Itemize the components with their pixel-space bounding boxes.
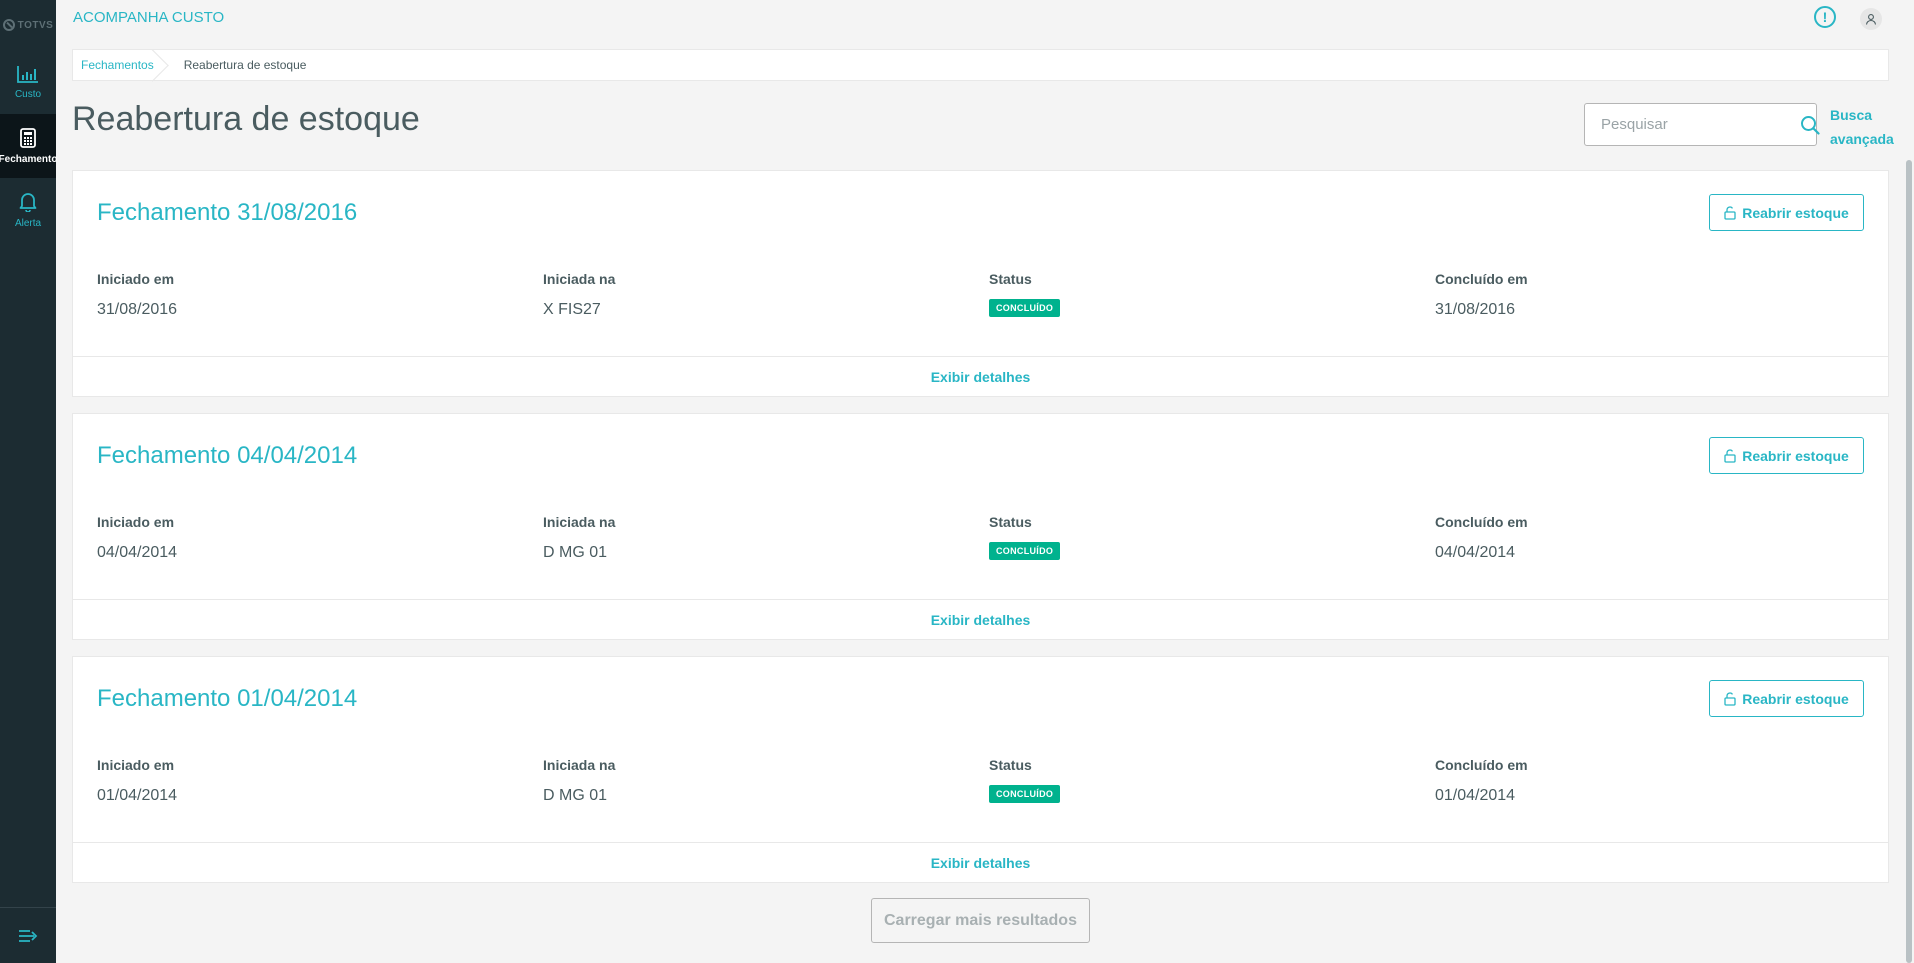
status-badge: CONCLUÍDO <box>989 785 1061 803</box>
field-value: D MG 01 <box>543 544 608 561</box>
menu-toggle-button[interactable] <box>0 907 56 963</box>
closing-card: Fechamento 04/04/2014 Reabrir estoque In… <box>72 413 1889 640</box>
field-value: 04/04/2014 <box>1435 544 1516 561</box>
field-label: Iniciada na <box>543 757 616 773</box>
field-label: Iniciada na <box>543 514 616 530</box>
bell-icon <box>19 192 37 212</box>
status-badge: CONCLUÍDO <box>989 299 1061 317</box>
field-value: 04/04/2014 <box>97 544 178 561</box>
reopen-stock-button[interactable]: Reabrir estoque <box>1709 437 1864 474</box>
field-value: 31/08/2016 <box>1435 301 1516 318</box>
field-label: Concluído em <box>1435 271 1528 287</box>
sidebar: TOTVS Custo Fechamento Alerta <box>0 0 58 963</box>
sidebar-item-label: Custo <box>14 88 42 100</box>
field-started-at: Iniciada na D MG 01 <box>543 514 615 562</box>
field-label: Iniciado em <box>97 514 175 530</box>
field-started-on: Iniciado em 01/04/2014 <box>97 757 177 805</box>
closing-title: Fechamento 01/04/2014 <box>97 685 358 712</box>
totvs-logo: TOTVS <box>0 0 56 50</box>
field-label: Iniciado em <box>97 271 175 287</box>
load-more-button[interactable]: Carregar mais resultados <box>871 898 1090 943</box>
reopen-stock-label: Reabrir estoque <box>1742 204 1849 221</box>
app-title: ACOMPANHA CUSTO <box>73 9 225 26</box>
unlock-icon <box>1724 205 1736 220</box>
person-icon <box>1865 14 1877 25</box>
sidebar-item-fechamento[interactable]: Fechamento <box>0 114 58 178</box>
field-label: Status <box>989 514 1032 530</box>
breadcrumb: Fechamentos Reabertura de estoque <box>72 49 1889 81</box>
sidebar-item-label: Alerta <box>14 217 42 229</box>
field-label: Concluído em <box>1435 757 1528 773</box>
field-completed-on: Concluído em 31/08/2016 <box>1435 271 1528 319</box>
field-started-on: Iniciado em 04/04/2014 <box>97 514 177 562</box>
field-label: Iniciado em <box>97 757 175 773</box>
sidebar-item-custo[interactable]: Custo <box>0 50 56 114</box>
closing-title: Fechamento 31/08/2016 <box>97 199 358 226</box>
field-value: 01/04/2014 <box>97 787 178 804</box>
info-icon[interactable]: ! <box>1814 6 1836 28</box>
field-label: Status <box>989 271 1032 287</box>
reopen-stock-label: Reabrir estoque <box>1742 447 1849 464</box>
show-details-link[interactable]: Exibir detalhes <box>931 369 1031 385</box>
breadcrumb-current: Reabertura de estoque <box>183 58 307 72</box>
field-value: D MG 01 <box>543 787 608 804</box>
card-footer: Exibir detalhes <box>73 599 1888 639</box>
menu-collapse-icon <box>19 929 38 942</box>
bar-chart-icon <box>17 65 38 83</box>
field-value: X FIS27 <box>543 301 601 318</box>
user-avatar-icon[interactable] <box>1860 8 1882 30</box>
show-details-link[interactable]: Exibir detalhes <box>931 855 1031 871</box>
field-status: Status CONCLUÍDO <box>989 514 1061 560</box>
search-icon[interactable] <box>1800 115 1820 135</box>
reopen-stock-button[interactable]: Reabrir estoque <box>1709 194 1864 231</box>
reopen-stock-label: Reabrir estoque <box>1742 690 1849 707</box>
status-badge: CONCLUÍDO <box>989 542 1061 560</box>
closing-card: Fechamento 01/04/2014 Reabrir estoque In… <box>72 656 1889 883</box>
breadcrumb-link-fechamentos[interactable]: Fechamentos <box>73 50 168 80</box>
page-title: Reabertura de estoque <box>72 100 420 138</box>
field-label: Status <box>989 757 1032 773</box>
card-footer: Exibir detalhes <box>73 356 1888 396</box>
totvs-logo-icon <box>2 19 15 31</box>
reopen-stock-button[interactable]: Reabrir estoque <box>1709 680 1864 717</box>
closing-card: Fechamento 31/08/2016 Reabrir estoque In… <box>72 170 1889 397</box>
field-value: 01/04/2014 <box>1435 787 1516 804</box>
field-started-at: Iniciada na D MG 01 <box>543 757 615 805</box>
field-label: Concluído em <box>1435 514 1528 530</box>
card-footer: Exibir detalhes <box>73 842 1888 882</box>
scrollbar[interactable] <box>1906 160 1912 963</box>
show-details-link[interactable]: Exibir detalhes <box>931 612 1031 628</box>
field-status: Status CONCLUÍDO <box>989 757 1061 803</box>
search-input[interactable] <box>1585 104 1800 145</box>
field-started-at: Iniciada na X FIS27 <box>543 271 615 319</box>
sidebar-item-alerta[interactable]: Alerta <box>0 178 56 242</box>
field-started-on: Iniciado em 31/08/2016 <box>97 271 177 319</box>
closing-title: Fechamento 04/04/2014 <box>97 442 358 469</box>
search-box <box>1584 103 1820 146</box>
advanced-search-link[interactable]: Busca avançada <box>1830 103 1900 151</box>
field-label: Iniciada na <box>543 271 616 287</box>
unlock-icon <box>1724 448 1736 463</box>
top-header: ACOMPANHA CUSTO <box>56 0 1914 36</box>
field-status: Status CONCLUÍDO <box>989 271 1061 317</box>
logo-text: TOTVS <box>17 19 54 31</box>
field-completed-on: Concluído em 01/04/2014 <box>1435 757 1528 805</box>
field-value: 31/08/2016 <box>97 301 178 318</box>
sidebar-item-label: Fechamento <box>0 153 58 165</box>
field-completed-on: Concluído em 04/04/2014 <box>1435 514 1528 562</box>
calculator-icon <box>20 127 36 148</box>
unlock-icon <box>1724 691 1736 706</box>
